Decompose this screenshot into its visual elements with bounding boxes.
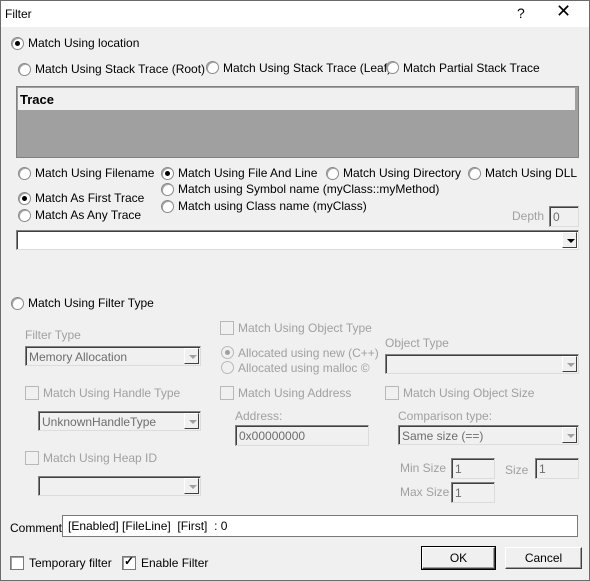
cancel-button[interactable]: Cancel [505, 547, 582, 569]
comparison-type-label: Comparison type: [398, 409, 493, 423]
comment-label: Comment [10, 521, 63, 535]
address-check-label: Match Using Address [238, 386, 352, 400]
match-symbol-radio[interactable] [161, 183, 174, 196]
match-file-line-radio[interactable] [161, 167, 174, 180]
chevron-down-icon[interactable] [184, 348, 199, 364]
depth-value: 0 [553, 210, 560, 224]
enable-filter-checkbox[interactable]: ✓ [122, 554, 136, 570]
comparison-type-combo[interactable]: Same size (==) [398, 425, 579, 445]
max-size-field[interactable]: 1 [451, 482, 495, 503]
chevron-down-icon[interactable] [184, 413, 199, 429]
object-type-combo[interactable] [385, 354, 579, 374]
size-label: Size [505, 463, 529, 477]
stack-root-label: Match Using Stack Trace (Root) [35, 62, 206, 76]
comment-field[interactable]: [Enabled] [FileLine] [First] : 0 [62, 515, 578, 537]
handle-type-check-label: Match Using Handle Type [43, 386, 181, 400]
alloc-malloc-label: Allocated using malloc © [238, 361, 370, 375]
heap-id-combo[interactable] [38, 476, 201, 496]
match-first-trace-radio[interactable] [18, 192, 31, 205]
match-location-radio[interactable] [11, 37, 24, 50]
match-dll-label: Match Using DLL [485, 166, 578, 180]
match-class-label: Match using Class name (myClass) [178, 199, 367, 213]
handle-type-value: UnknownHandleType [42, 415, 157, 429]
object-size-checkbox[interactable] [385, 386, 399, 400]
stack-leaf-radio[interactable] [206, 61, 219, 74]
partial-stack-label: Match Partial Stack Trace [403, 61, 540, 75]
checkmark-icon: ✓ [124, 554, 135, 568]
stack-leaf-label: Match Using Stack Trace (Leaf) [223, 61, 392, 75]
partial-stack-radio[interactable] [386, 61, 399, 74]
filter-type-combo[interactable]: Memory Allocation [25, 346, 201, 366]
handle-type-combo[interactable]: UnknownHandleType [38, 411, 201, 431]
trace-column-header[interactable]: Trace [18, 88, 576, 110]
match-any-trace-label: Match As Any Trace [35, 208, 142, 222]
min-size-field[interactable]: 1 [451, 458, 495, 479]
alloc-new-label: Allocated using new (C++) [238, 346, 379, 360]
handle-type-checkbox[interactable] [25, 386, 39, 400]
chevron-down-icon[interactable] [562, 232, 577, 248]
filter-type-value: Memory Allocation [29, 350, 128, 364]
match-filter-type-label: Match Using Filter Type [28, 296, 154, 310]
heap-id-check-label: Match Using Heap ID [43, 451, 158, 465]
chevron-down-icon[interactable] [562, 356, 577, 372]
match-symbol-label: Match using Symbol name (myClass::myMeth… [178, 182, 440, 196]
address-field[interactable]: 0x00000000 [235, 425, 369, 446]
match-class-radio[interactable] [161, 200, 174, 213]
match-filename-radio[interactable] [18, 167, 31, 180]
title-bar: Filter ? ✕ [1, 1, 589, 27]
help-button[interactable]: ? [517, 5, 525, 21]
address-checkbox[interactable] [220, 386, 234, 400]
match-filename-label: Match Using Filename [35, 166, 155, 180]
trace-list[interactable]: Trace [16, 86, 579, 158]
match-location-label: Match Using location [28, 36, 140, 50]
depth-label: Depth [512, 209, 545, 223]
max-size-value: 1 [455, 486, 462, 500]
alloc-new-radio[interactable] [221, 346, 234, 359]
match-file-line-label: Match Using File And Line [178, 166, 318, 180]
stack-root-radio[interactable] [18, 63, 31, 76]
window-title: Filter [5, 7, 32, 21]
match-dll-radio[interactable] [468, 167, 481, 180]
chevron-down-icon[interactable] [562, 427, 577, 443]
chevron-down-icon[interactable] [184, 478, 199, 494]
min-size-value: 1 [455, 462, 462, 476]
address-label: Address: [235, 409, 283, 423]
object-type-check-label: Match Using Object Type [238, 321, 372, 335]
heap-id-checkbox[interactable] [25, 451, 39, 465]
filter-type-label: Filter Type [25, 328, 81, 342]
alloc-malloc-radio[interactable] [221, 361, 234, 374]
match-any-trace-radio[interactable] [18, 209, 31, 222]
match-directory-label: Match Using Directory [343, 166, 462, 180]
filter-dialog: Filter ? ✕ Match Using location Match Us… [0, 0, 590, 581]
ok-button[interactable]: OK [421, 546, 496, 570]
comment-value: [Enabled] [FileLine] [First] : 0 [68, 519, 228, 533]
depth-field[interactable]: 0 [549, 206, 579, 227]
size-field[interactable]: 1 [535, 458, 579, 479]
object-size-check-label: Match Using Object Size [403, 386, 535, 400]
temporary-filter-label: Temporary filter [29, 556, 112, 570]
temporary-filter-checkbox[interactable] [10, 556, 24, 570]
object-type-label: Object Type [385, 336, 449, 350]
trace-header-label: Trace [20, 92, 54, 107]
comparison-type-value: Same size (==) [402, 429, 484, 443]
match-first-trace-label: Match As First Trace [35, 191, 145, 205]
size-value: 1 [539, 462, 546, 476]
object-type-checkbox[interactable] [220, 321, 234, 335]
close-button[interactable]: ✕ [556, 1, 571, 22]
min-size-label: Min Size [400, 461, 447, 475]
match-filter-type-radio[interactable] [11, 297, 24, 310]
enable-filter-label: Enable Filter [141, 556, 209, 570]
location-combo[interactable] [16, 230, 579, 250]
max-size-label: Max Size [400, 485, 450, 499]
address-value: 0x00000000 [239, 429, 306, 443]
match-directory-radio[interactable] [326, 167, 339, 180]
